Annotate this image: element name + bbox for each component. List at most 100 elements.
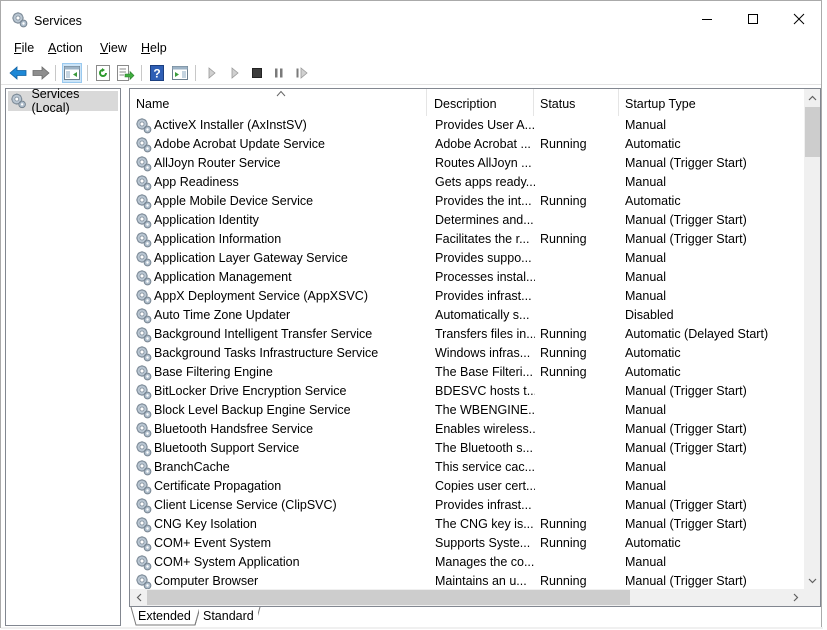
service-description: Provides User A... [435, 118, 535, 132]
stop-service-button[interactable] [247, 63, 267, 83]
service-row[interactable]: Auto Time Zone Updater Automatically s...… [130, 306, 804, 325]
service-name: AppX Deployment Service (AppXSVC) [154, 289, 368, 303]
service-row[interactable]: COM+ Event System Supports Syste... Runnin… [130, 534, 804, 553]
export-list-button[interactable] [116, 63, 136, 83]
service-name: App Readiness [154, 175, 239, 189]
service-description: Provides infrast... [435, 289, 532, 303]
tab-standard[interactable]: Standard [199, 607, 258, 626]
service-name: Block Level Backup Engine Service [154, 403, 351, 417]
help-button[interactable]: ? [147, 63, 167, 83]
tab-extended[interactable]: Extended [134, 607, 195, 626]
menu-file-accel: F [14, 41, 22, 55]
menu-view[interactable]: View [100, 41, 127, 55]
play-icon [231, 67, 239, 79]
refresh-button[interactable] [93, 63, 113, 83]
service-row[interactable]: Application Management Processes instal..… [130, 268, 804, 287]
service-name: Application Identity [154, 213, 259, 227]
vertical-scrollbar[interactable] [804, 89, 820, 589]
service-rows: ActiveX Installer (AxInstSV) Provides Use… [130, 116, 804, 591]
service-row[interactable]: Bluetooth Handsfree Service Enables wirel… [130, 420, 804, 439]
service-startup-type: Manual [625, 118, 666, 132]
service-row[interactable]: Bluetooth Support Service The Bluetooth s… [130, 439, 804, 458]
back-button[interactable] [8, 63, 28, 83]
service-gear-icon [136, 498, 152, 514]
window-title: Services [34, 14, 82, 28]
service-startup-type: Disabled [625, 308, 674, 322]
service-name: Application Information [154, 232, 282, 246]
service-description: This service cac... [435, 460, 535, 474]
service-row[interactable]: Application Layer Gateway Service Provide… [130, 249, 804, 268]
maximize-button[interactable] [730, 1, 776, 37]
service-row[interactable]: App Readiness Gets apps ready... Manual [130, 173, 804, 192]
close-button[interactable] [776, 1, 822, 37]
service-gear-icon [136, 422, 152, 438]
service-row[interactable]: Apple Mobile Device Service Provides the … [130, 192, 804, 211]
service-row[interactable]: AllJoyn Router Service Routes AllJoyn ...… [130, 154, 804, 173]
scroll-left-button[interactable] [130, 589, 147, 606]
scrollbar-corner [804, 589, 820, 606]
show-hide-console-tree-button[interactable] [62, 63, 82, 83]
scroll-right-button[interactable] [787, 589, 804, 606]
service-description: Adobe Acrobat ... [435, 137, 531, 151]
service-row[interactable]: Background Tasks Infrastructure Service W… [130, 344, 804, 363]
status-bar [1, 627, 823, 629]
chevron-down-icon [808, 578, 817, 583]
service-startup-type: Automatic [625, 137, 681, 151]
show-hide-action-pane-button[interactable] [170, 63, 190, 83]
column-header-startup-type[interactable]: Startup Type [619, 89, 804, 116]
service-row[interactable]: Base Filtering Engine The Base Filteri...… [130, 363, 804, 382]
start-service-button[interactable] [202, 63, 222, 83]
restart-service-button[interactable] [292, 63, 312, 83]
service-row[interactable]: Block Level Backup Engine Service The WBE… [130, 401, 804, 420]
column-header-description[interactable]: Description [428, 89, 534, 116]
column-header-status-label: Status [540, 97, 576, 111]
service-row[interactable]: Client License Service (ClipSVC) Provides… [130, 496, 804, 515]
tree-item-services-local[interactable]: Services (Local) [8, 87, 118, 115]
menu-help[interactable]: Help [141, 41, 167, 55]
service-row[interactable]: COM+ System Application Manages the co...… [130, 553, 804, 572]
service-row[interactable]: Certificate Propagation Copies user cert.… [130, 477, 804, 496]
minimize-button[interactable] [684, 1, 730, 37]
horizontal-scroll-thumb[interactable] [147, 590, 630, 605]
play-icon [208, 67, 216, 79]
service-row[interactable]: Application Identity Determines and... Man… [130, 211, 804, 230]
service-row[interactable]: AppX Deployment Service (AppXSVC) Provide… [130, 287, 804, 306]
start-service-alt-button[interactable] [225, 63, 245, 83]
title-bar: Services [1, 1, 821, 37]
scroll-up-button[interactable] [804, 89, 820, 106]
service-name: Bluetooth Support Service [154, 441, 300, 455]
forward-button[interactable] [31, 63, 51, 83]
service-row[interactable]: Background Intelligent Transfer Service T… [130, 325, 804, 344]
tree-item-label: Services (Local) [31, 87, 80, 115]
service-row[interactable]: Adobe Acrobat Update Service Adobe Acroba… [130, 135, 804, 154]
service-status [540, 477, 620, 496]
column-header-status[interactable]: Status [534, 89, 619, 116]
service-startup-type: Automatic [625, 365, 681, 379]
service-status [540, 287, 620, 306]
service-startup-type: Manual [625, 175, 666, 189]
service-row[interactable]: BranchCache This service cac... Manual [130, 458, 804, 477]
service-startup-type: Manual (Trigger Start) [625, 517, 747, 531]
scroll-down-button[interactable] [804, 572, 820, 589]
service-row[interactable]: Application Information Facilitates the r… [130, 230, 804, 249]
restart-icon [296, 67, 308, 79]
service-name: AllJoyn Router Service [154, 156, 281, 170]
service-startup-type: Manual [625, 251, 666, 265]
service-name: Background Tasks Infrastructure Service [154, 346, 379, 360]
vertical-scroll-thumb[interactable] [805, 107, 820, 157]
service-row[interactable]: ActiveX Installer (AxInstSV) Provides Use… [130, 116, 804, 135]
service-row[interactable]: CNG Key Isolation The CNG key is... Runnin… [130, 515, 804, 534]
service-status: Running [540, 346, 587, 360]
menu-action[interactable]: Action [48, 41, 83, 55]
service-gear-icon [136, 289, 152, 305]
pause-icon [275, 68, 283, 78]
pause-service-button[interactable] [269, 63, 289, 83]
service-row[interactable]: BitLocker Drive Encryption Service BDESVC… [130, 382, 804, 401]
horizontal-scrollbar[interactable] [130, 589, 804, 606]
service-startup-type: Manual [625, 270, 666, 284]
service-startup-type: Manual (Trigger Start) [625, 156, 747, 170]
service-startup-type: Manual [625, 555, 666, 569]
sort-ascending-icon [276, 90, 286, 97]
service-name: Bluetooth Handsfree Service [154, 422, 314, 436]
menu-file[interactable]: File [14, 41, 34, 55]
